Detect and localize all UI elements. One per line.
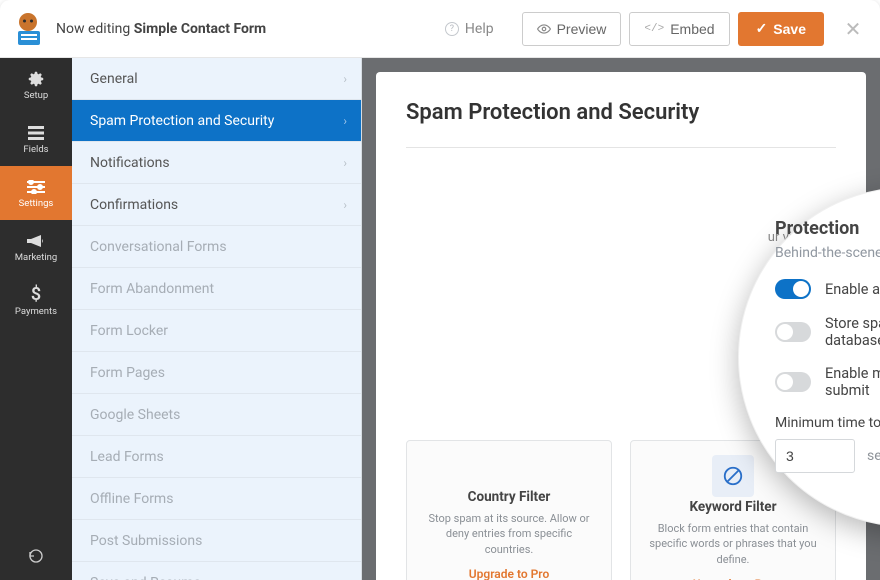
rail-payments[interactable]: $ Payments xyxy=(0,274,72,328)
filter-cards: Country Filter Stop spam at its source. … xyxy=(406,440,836,580)
card-title: Country Filter xyxy=(468,489,551,505)
block-icon xyxy=(712,455,754,497)
min-time-row: seconds xyxy=(775,439,880,473)
sliders-icon xyxy=(27,178,45,196)
toggle-label: Enable anti-spam protection xyxy=(825,281,880,298)
min-time-label: Minimum time to submit xyxy=(775,415,880,431)
sidebar-item-form-locker[interactable]: Form Locker xyxy=(72,310,361,352)
sidebar-item-form-pages[interactable]: Form Pages xyxy=(72,352,361,394)
upgrade-link[interactable]: Upgrade to Pro xyxy=(469,567,550,580)
rail-setup-label: Setup xyxy=(24,90,48,101)
eye-icon xyxy=(537,22,551,36)
rail-settings[interactable]: Settings xyxy=(0,166,72,220)
card-desc: Stop spam at its source. Allow or deny e… xyxy=(421,511,597,557)
help-label: Help xyxy=(465,21,494,37)
chevron-right-icon: › xyxy=(343,198,347,212)
sidebar-item-google-sheets[interactable]: Google Sheets xyxy=(72,394,361,436)
min-time-toggle[interactable] xyxy=(775,372,811,392)
rail-marketing-label: Marketing xyxy=(15,252,57,263)
save-label: Save xyxy=(773,21,806,37)
embed-button[interactable]: </> Embed xyxy=(629,12,729,46)
divider xyxy=(406,147,836,148)
embed-label: Embed xyxy=(670,21,714,37)
chevron-right-icon: › xyxy=(343,156,347,170)
toggle-label: Store spam entries in the database xyxy=(825,315,880,349)
gear-icon xyxy=(27,70,45,88)
main-area: Setup Fields Settings Marketing $ Paymen… xyxy=(0,58,880,580)
anti-spam-toggle[interactable] xyxy=(775,279,811,299)
code-icon: </> xyxy=(644,23,664,35)
megaphone-icon xyxy=(27,232,45,250)
rail-payments-label: Payments xyxy=(15,306,57,317)
check-icon: ✓ xyxy=(756,20,768,37)
help-link[interactable]: ? Help xyxy=(445,21,494,37)
sidebar-item-spam-protection[interactable]: Spam Protection and Security› xyxy=(72,100,361,142)
sidebar-item-lead-forms[interactable]: Lead Forms xyxy=(72,436,361,478)
toggle-anti-spam: Enable anti-spam protection? xyxy=(775,279,880,299)
sidebar-item-form-abandonment[interactable]: Form Abandonment xyxy=(72,268,361,310)
rail-marketing[interactable]: Marketing xyxy=(0,220,72,274)
sidebar-item-confirmations[interactable]: Confirmations› xyxy=(72,184,361,226)
content-panel: Spam Protection and Security ur visitors… xyxy=(362,58,880,580)
rail-settings-label: Settings xyxy=(19,198,54,209)
sidebar-item-conversational-forms[interactable]: Conversational Forms xyxy=(72,226,361,268)
store-spam-toggle[interactable] xyxy=(775,322,811,342)
editing-label: Now editing Simple Contact Form xyxy=(56,21,266,37)
min-time-input[interactable] xyxy=(775,439,855,473)
sidebar-item-offline-forms[interactable]: Offline Forms xyxy=(72,478,361,520)
toggle-label: Enable minimum time to submit xyxy=(825,365,880,399)
card-desc: Block form entries that contain specific… xyxy=(645,521,821,567)
sidebar-item-post-submissions[interactable]: Post Submissions xyxy=(72,520,361,562)
protection-heading: Protection xyxy=(775,218,880,239)
card-title: Keyword Filter xyxy=(689,499,776,515)
toggle-min-time: Enable minimum time to submit? xyxy=(775,365,880,399)
rail-fields-label: Fields xyxy=(23,144,48,155)
form-name: Simple Contact Form xyxy=(134,21,266,37)
history-icon xyxy=(28,548,44,568)
rail-setup[interactable]: Setup xyxy=(0,58,72,112)
chevron-right-icon: › xyxy=(343,72,347,86)
preview-label: Preview xyxy=(557,21,607,37)
toggle-store-spam: Store spam entries in the database xyxy=(775,315,880,349)
wpforms-logo xyxy=(10,11,46,47)
chevron-right-icon: › xyxy=(343,114,347,128)
top-bar: Now editing Simple Contact Form ? Help P… xyxy=(0,0,880,58)
panel-title: Spam Protection and Security xyxy=(406,100,836,125)
save-button[interactable]: ✓ Save xyxy=(738,12,824,46)
editing-prefix: Now editing xyxy=(56,21,130,37)
help-icon: ? xyxy=(445,22,459,36)
min-time-unit: seconds xyxy=(867,448,880,464)
settings-sidebar: General› Spam Protection and Security› N… xyxy=(72,58,362,580)
rail-history[interactable] xyxy=(0,536,72,580)
list-icon xyxy=(27,124,45,142)
close-button[interactable]: ✕ xyxy=(840,17,866,41)
dollar-icon: $ xyxy=(27,286,45,304)
icon-rail: Setup Fields Settings Marketing $ Paymen… xyxy=(0,58,72,580)
sidebar-item-notifications[interactable]: Notifications› xyxy=(72,142,361,184)
preview-button[interactable]: Preview xyxy=(522,12,622,46)
sidebar-item-save-and-resume[interactable]: Save and Resume xyxy=(72,562,361,580)
rail-fields[interactable]: Fields xyxy=(0,112,72,166)
card-country-filter: Country Filter Stop spam at its source. … xyxy=(406,440,612,580)
sidebar-item-general[interactable]: General› xyxy=(72,58,361,100)
protection-subtitle: Behind-the-scenes spam filtering that's … xyxy=(775,245,880,261)
close-icon: ✕ xyxy=(845,17,862,41)
